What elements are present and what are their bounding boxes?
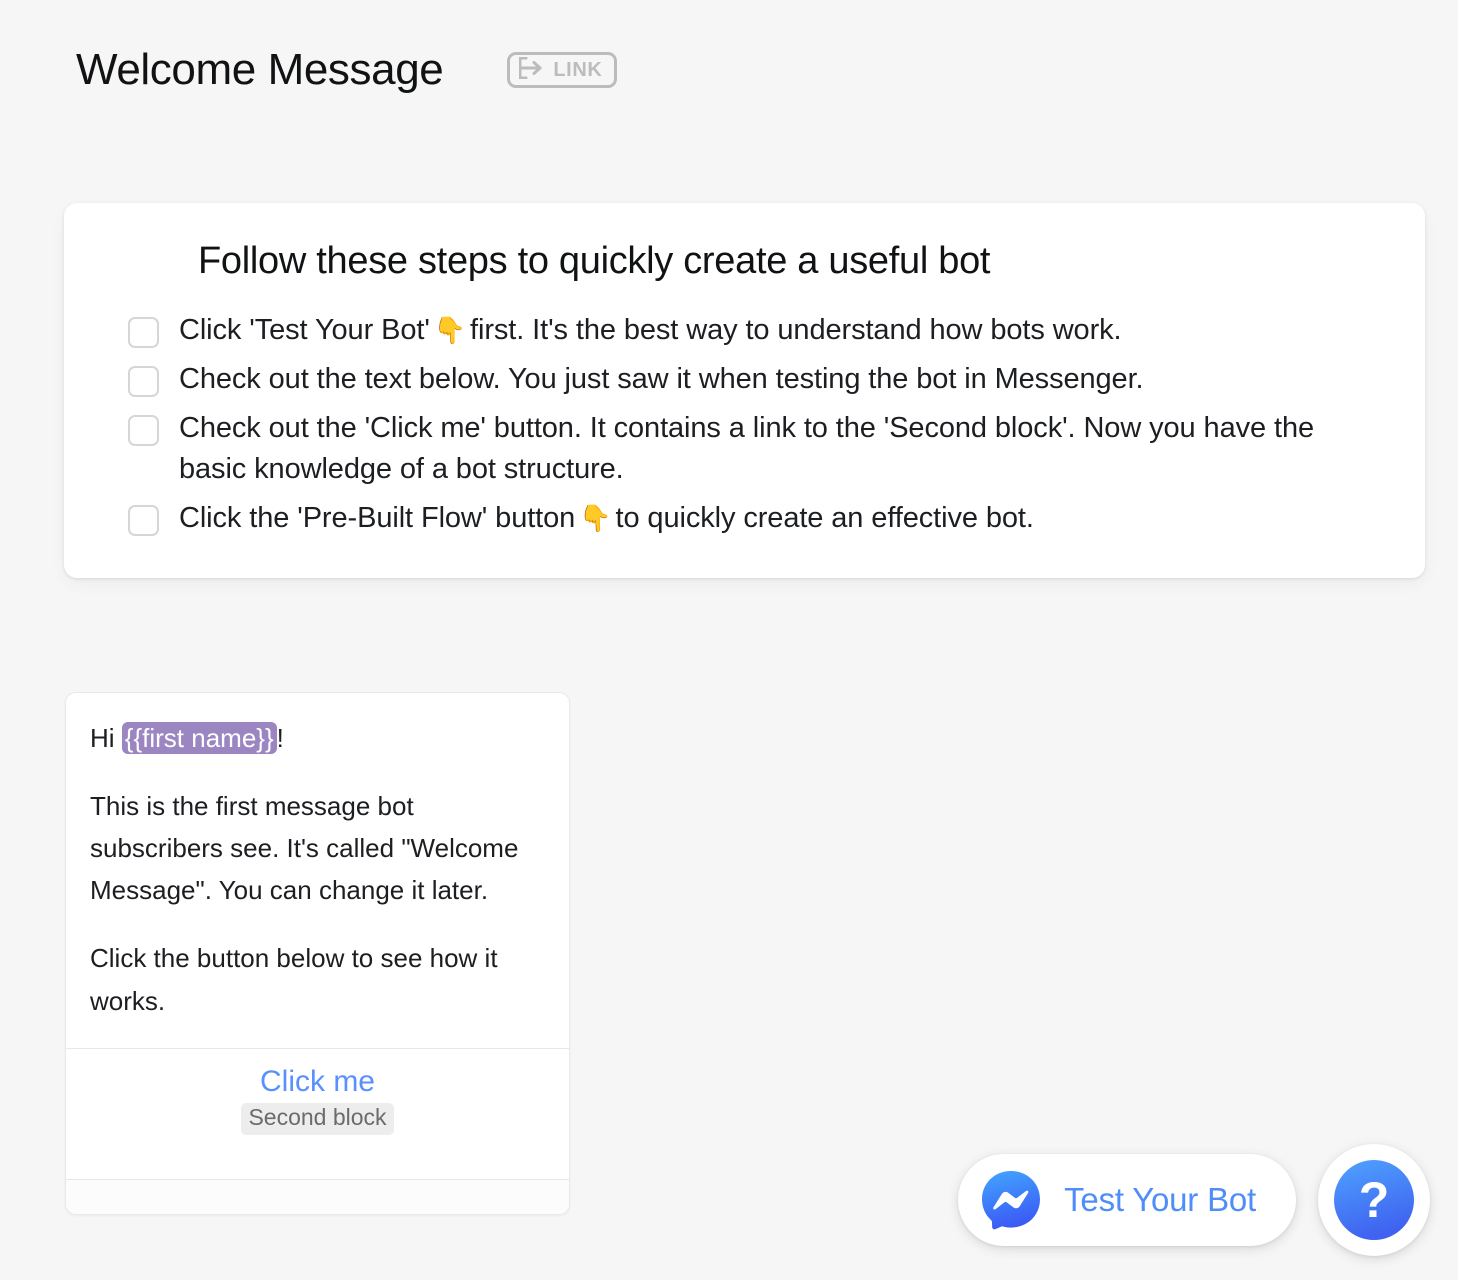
floating-controls: Test Your Bot ? (958, 1144, 1430, 1256)
message-text-body[interactable]: Hi {{first name}}! This is the first mes… (66, 693, 569, 1048)
checklist-item-label: Click 'Test Your Bot' 👇 first. It's the be… (179, 310, 1122, 351)
checklist-heading: Follow these steps to quickly create a u… (198, 240, 991, 282)
test-your-bot-button[interactable]: Test Your Bot (958, 1154, 1296, 1246)
checklist-items: Click 'Test Your Bot' 👇 first. It's the be… (104, 307, 1385, 545)
checklist-item[interactable]: Click the 'Pre-Built Flow' button 👇 to qui… (104, 495, 1385, 544)
checklist-checkbox[interactable] (128, 316, 159, 348)
link-button-label: LINK (553, 59, 603, 82)
link-button[interactable]: LINK (507, 52, 618, 89)
page-title: Welcome Message (76, 45, 444, 94)
first-name-variable-token[interactable]: {{first name}} (121, 722, 277, 754)
checklist-item-label: Check out the text below. You just saw i… (179, 359, 1144, 400)
greeting-prefix: Hi (90, 723, 122, 753)
checklist-item[interactable]: Check out the 'Click me' button. It cont… (104, 405, 1385, 495)
checklist-item-label: Click the 'Pre-Built Flow' button 👇 to qui… (179, 498, 1034, 539)
checklist-item-text-before: Check out the 'Click me' button. It cont… (179, 411, 1314, 486)
checklist-checkbox[interactable] (128, 414, 159, 446)
checklist-item[interactable]: Check out the text below. You just saw i… (104, 356, 1385, 405)
arrow-into-bracket-icon (518, 56, 545, 84)
button-target-badge: Second block (241, 1103, 394, 1135)
checklist-item-text-before: Click 'Test Your Bot' (179, 313, 430, 346)
onboarding-checklist-card: Follow these steps to quickly create a u… (64, 203, 1425, 579)
card-footer-space (66, 1148, 569, 1179)
click-me-button[interactable]: Click me (76, 1065, 559, 1100)
checklist-checkbox[interactable] (128, 365, 159, 397)
pointing-down-icon: 👇 (579, 504, 612, 535)
message-greeting-line: Hi {{first name}}! (90, 717, 545, 759)
page-header: Welcome Message LINK (76, 45, 618, 94)
help-button[interactable]: ? (1318, 1144, 1430, 1256)
card-tail-area (66, 1179, 569, 1214)
message-paragraph-2: Click the button below to see how it wor… (90, 943, 498, 1016)
checklist-checkbox[interactable] (128, 505, 159, 537)
message-paragraph-1: This is the first message bot subscriber… (90, 791, 519, 906)
svg-text:?: ? (1359, 1172, 1390, 1228)
greeting-suffix: ! (276, 723, 284, 753)
pointing-down-icon: 👇 (433, 315, 467, 346)
checklist-item-text-after: first. It's the best way to understand h… (470, 313, 1122, 346)
message-card-button-row[interactable]: Click me Second block (66, 1049, 569, 1149)
checklist-item-text-before: Click the 'Pre-Built Flow' button (179, 502, 576, 535)
message-block-card[interactable]: Hi {{first name}}! This is the first mes… (65, 692, 570, 1215)
checklist-item-text-before: Check out the text below. You just saw i… (179, 362, 1144, 395)
messenger-logo-icon (980, 1169, 1042, 1231)
test-your-bot-label: Test Your Bot (1064, 1181, 1256, 1218)
checklist-item-label: Check out the 'Click me' button. It cont… (179, 408, 1385, 490)
question-mark-icon: ? (1334, 1160, 1414, 1240)
checklist-item[interactable]: Click 'Test Your Bot' 👇 first. It's the be… (104, 307, 1385, 356)
checklist-item-text-after: to quickly create an effective bot. (615, 502, 1034, 535)
